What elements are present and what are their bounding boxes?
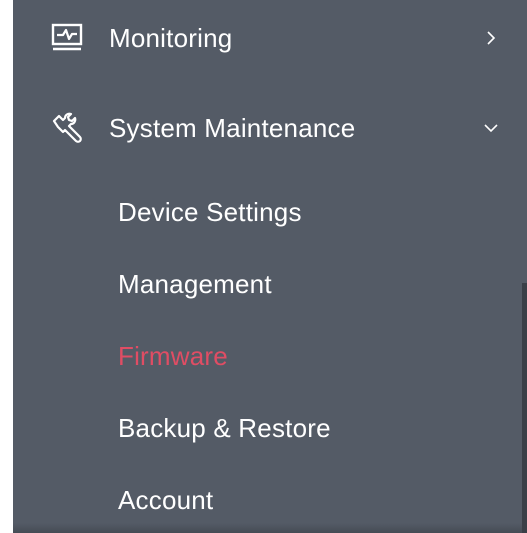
submenu-item-account[interactable]: Account [118,485,213,516]
monitor-pulse-icon [50,21,84,55]
wrench-icon [50,111,84,145]
submenu-item-backup-restore[interactable]: Backup & Restore [118,413,331,444]
menu-label-monitoring: Monitoring [109,22,233,53]
sidebar: Monitoring System Maintenance Device Set… [13,0,527,533]
submenu-item-firmware[interactable]: Firmware [118,341,228,372]
scrollbar-thumb[interactable] [522,283,527,533]
scrollbar-track[interactable] [522,0,527,533]
submenu-item-device-settings[interactable]: Device Settings [118,197,302,228]
chevron-right-icon [483,30,499,46]
menu-label-system-maintenance: System Maintenance [109,112,356,143]
bottom-shade [13,523,527,533]
submenu-item-management[interactable]: Management [118,269,272,300]
menu-item-system-maintenance[interactable]: System Maintenance [13,98,513,158]
chevron-down-icon [483,120,499,136]
menu-item-monitoring[interactable]: Monitoring [13,8,513,68]
